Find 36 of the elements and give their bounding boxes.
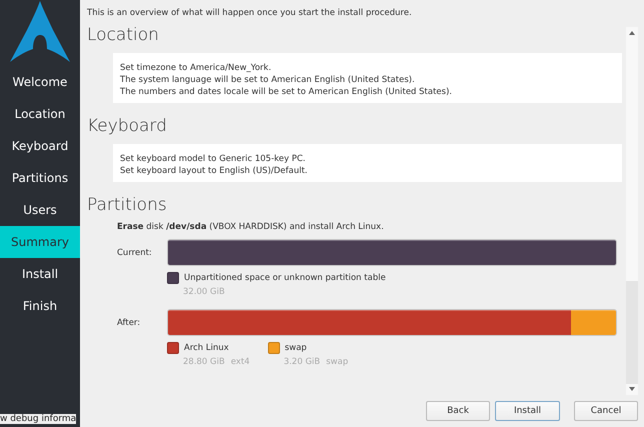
- info-text: Set keyboard model to Generic 105-key PC.: [120, 153, 306, 165]
- dialog-button[interactable]: Cancel: [574, 401, 638, 421]
- debug-link[interactable]: w debug informa: [0, 414, 76, 424]
- intro-text: This is an overview of what will happen once you start the install procedure.: [86, 7, 413, 20]
- sidebar-item[interactable]: Location: [0, 98, 80, 130]
- info-text: The system language will be set to American English (United States).: [120, 74, 416, 86]
- sidebar-item[interactable]: Partitions: [0, 162, 80, 194]
- section-title: Partitions: [87, 194, 168, 217]
- info-text: Set keyboard layout to English (US)/Default.: [120, 165, 309, 177]
- sidebar-item[interactable]: Finish: [0, 290, 80, 322]
- filesystem-type: ext4: [230, 357, 250, 367]
- partition-size: 32.00 GiB: [183, 287, 225, 297]
- info-text: Set timezone to America/New_York.: [120, 62, 272, 74]
- sidebar-item[interactable]: Users: [0, 194, 80, 226]
- partition-size: 3.20 GiB: [284, 357, 320, 367]
- dialog-button[interactable]: Install: [495, 401, 560, 421]
- scroll-down-icon[interactable]: [629, 387, 635, 391]
- sidebar-item[interactable]: Summary: [0, 226, 80, 258]
- sidebar-item[interactable]: Keyboard: [0, 130, 80, 162]
- section-title: Keyboard: [87, 115, 168, 138]
- sidebar-item[interactable]: Welcome: [0, 66, 80, 98]
- filesystem-type: swap: [326, 357, 348, 367]
- scroll-up-icon[interactable]: [629, 31, 635, 35]
- arch-logo: [9, 0, 71, 64]
- section-title: Location: [87, 24, 160, 47]
- bar-label: Current:: [117, 248, 153, 258]
- partition-name: Unpartitioned space or unknown partition table: [184, 273, 386, 283]
- dialog-button[interactable]: Back: [426, 401, 490, 421]
- partition-name: Arch Linux: [184, 343, 229, 353]
- bar-label: After:: [117, 318, 142, 328]
- partition-summary: Erase disk /dev/sda (VBOX HARDDISK) and install Arch Linux.: [117, 222, 385, 232]
- sidebar-item[interactable]: Install: [0, 258, 80, 290]
- scrollbar[interactable]: [626, 27, 638, 395]
- partition-size: 28.80 GiB: [183, 357, 225, 367]
- info-text: The numbers and dates locale will be set to American English (United States).: [120, 86, 453, 98]
- partition-name: swap: [284, 343, 307, 353]
